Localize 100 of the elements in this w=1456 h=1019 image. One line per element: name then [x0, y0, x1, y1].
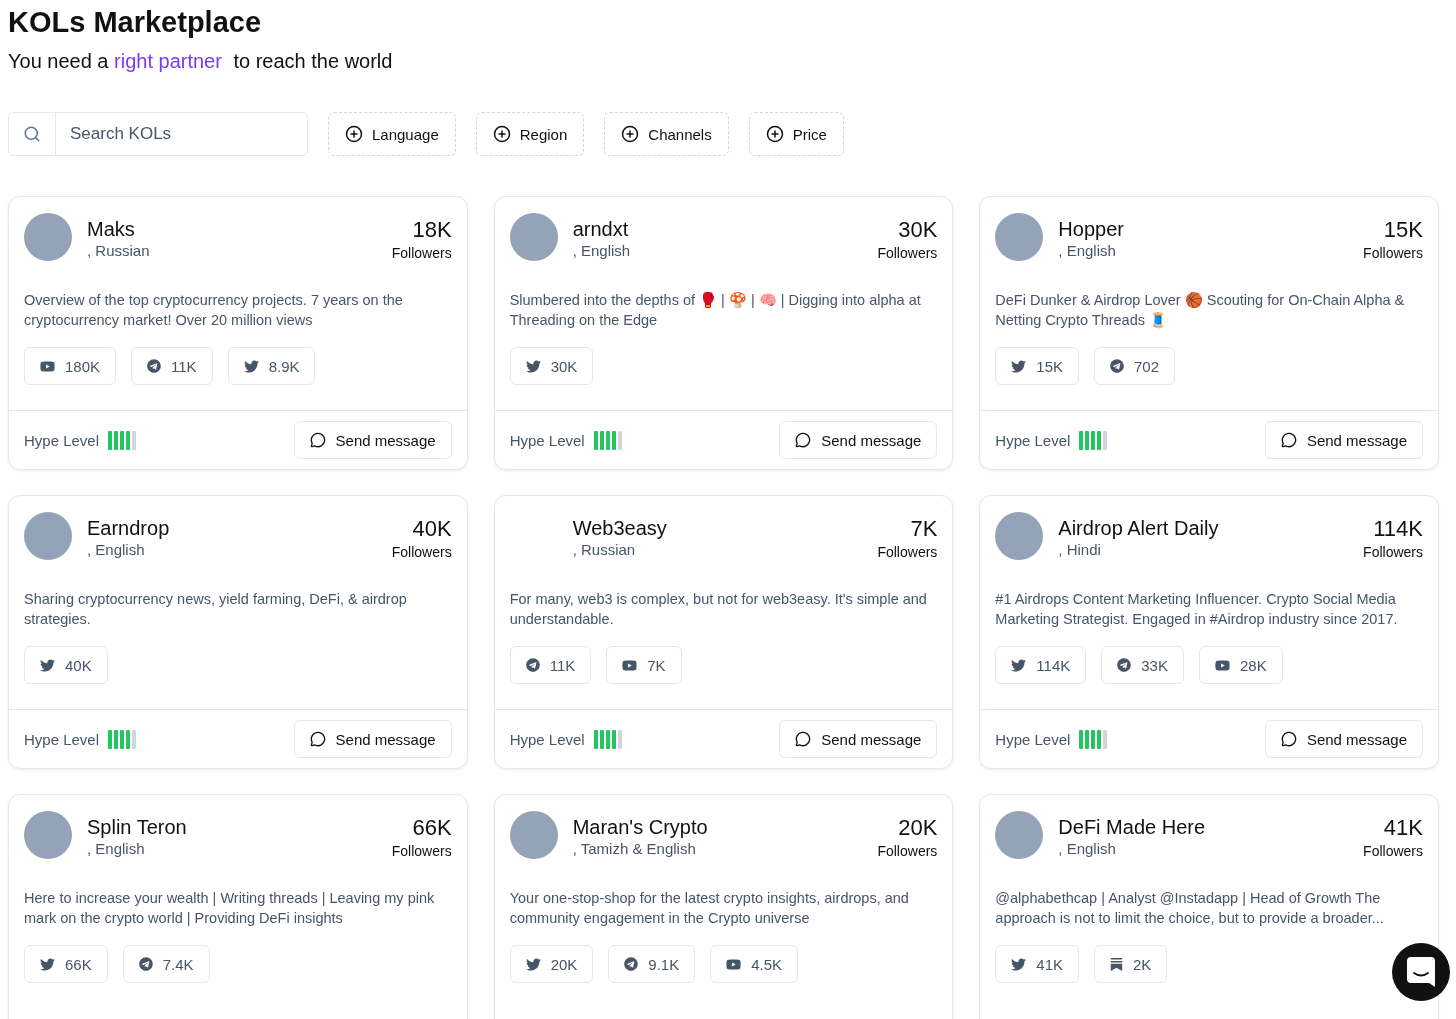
channel-stat: 15K — [995, 347, 1080, 385]
chat-bubble-icon — [309, 432, 326, 448]
kol-name: Hopper — [1058, 217, 1125, 241]
follower-count: 114K — [1373, 516, 1423, 542]
search-icon — [23, 125, 41, 143]
send-message-button[interactable]: Send message — [293, 421, 452, 459]
chat-bubble-icon — [795, 731, 812, 747]
channel-stat: 40K — [24, 646, 108, 684]
paper-plane-icon — [1117, 658, 1132, 672]
hype-level-label: Hype Level — [995, 431, 1071, 449]
chat-bubble-icon — [1280, 432, 1297, 448]
bird-icon — [1011, 956, 1027, 972]
bird-icon — [40, 956, 55, 972]
channel-stat: 702 — [1094, 347, 1176, 385]
kol-name: Airdrop Alert Daily — [1058, 516, 1220, 540]
followers-label: Followers — [391, 842, 452, 861]
kol-bio: For many, web3 is complex, but not for web3easy. It's simple and understandable. — [509, 590, 928, 629]
hype-level-label: Hype Level — [995, 730, 1071, 748]
kol-language: , Tamizh & English — [572, 839, 697, 859]
paper-plane-icon — [525, 658, 540, 672]
channel-stat: 41K — [995, 945, 1080, 983]
bird-icon — [1011, 358, 1027, 374]
send-message-button[interactable]: Send message — [293, 720, 452, 758]
kol-bio: #1 Airdrops Content Marketing Influencer. Crypto Social Media Marketing Strategist. Engaged in #Airdrop industry since 2017. — [995, 590, 1399, 629]
bird-icon — [525, 956, 541, 972]
kol-name: DeFi Made Here — [1058, 815, 1207, 839]
chat-bubble-icon — [309, 731, 326, 747]
kol-bio: Your one-stop-shop for the latest crypto insights, airdrops, and community engagement in the Crypto universe — [509, 889, 910, 928]
filter-button[interactable]: Channels — [604, 112, 729, 156]
filter-button[interactable]: Region — [475, 112, 585, 156]
channel-stat: 66K — [24, 945, 108, 983]
kol-language: , Hindi — [1058, 540, 1102, 560]
channel-stat: 7.4K — [122, 945, 210, 983]
channel-stat: 180K — [24, 347, 117, 385]
kol-bio: Sharing cryptocurrency news, yield farming, DeFi, & airdrop strategies. — [24, 590, 408, 629]
send-message-button[interactable]: Send message — [779, 421, 938, 459]
hype-level-label: Hype Level — [24, 431, 100, 449]
kol-language: , Russian — [572, 540, 637, 560]
chat-icon — [1407, 957, 1435, 987]
channel-stat: 114K — [995, 646, 1087, 684]
channel-stat: 33K — [1101, 646, 1184, 684]
follower-count: 18K — [412, 217, 452, 243]
hype-level-label: Hype Level — [509, 431, 585, 449]
plus-circle-icon — [621, 125, 640, 143]
bird-icon — [40, 657, 55, 673]
bookmark-icon — [1110, 957, 1124, 971]
filter-button[interactable]: Language — [328, 112, 456, 156]
followers-label: Followers — [1363, 244, 1423, 263]
kol-bio: @alphabethcap | Analyst @Instadapp | Head of Growth The approach is not to limit the choice, but to provide a broader... — [995, 889, 1385, 928]
plus-circle-icon — [345, 125, 363, 143]
kol-bio: Slumbered into the depths of 🥊 | 🍄 | 🧠 | Digging into alpha at Threading on the Edge — [509, 291, 922, 330]
paper-plane-icon — [624, 957, 639, 971]
kol-language: , English — [1058, 839, 1117, 859]
followers-label: Followers — [877, 543, 938, 562]
followers-label: Followers — [1363, 842, 1423, 861]
follower-count: 66K — [412, 815, 452, 841]
kol-language: , English — [1058, 241, 1117, 261]
hype-level-label: Hype Level — [509, 730, 585, 748]
paper-plane-icon — [1110, 359, 1125, 373]
follower-count: 15K — [1383, 217, 1423, 243]
follower-count: 20K — [898, 815, 938, 841]
page-title: KOLs Marketplace — [8, 5, 263, 40]
hype-level-label: Hype Level — [24, 730, 100, 748]
channel-stat: 2K — [1094, 945, 1168, 983]
follower-count: 41K — [1383, 815, 1423, 841]
followers-label: Followers — [1363, 543, 1423, 562]
tagline: You need a right partner to reach the world — [8, 49, 394, 74]
send-message-button[interactable]: Send message — [1264, 720, 1423, 758]
follower-count: 30K — [898, 217, 938, 243]
send-message-button[interactable]: Send message — [1264, 421, 1423, 459]
paper-plane-icon — [147, 359, 162, 373]
kol-language: , Russian — [87, 241, 151, 261]
kol-name: Earndrop — [87, 516, 171, 540]
kol-bio: Here to increase your wealth | Writing threads | Leaving my pink mark on the crypto world | Providing DeFi insights — [24, 889, 436, 928]
kol-bio: Overview of the top cryptocurrency projects. 7 years on the cryptocurrency market! Over 20 million views — [24, 291, 404, 330]
plus-circle-icon — [492, 125, 511, 143]
channel-stat: 11K — [131, 347, 213, 385]
send-message-button[interactable]: Send message — [779, 720, 938, 758]
chat-bubble-icon — [795, 432, 812, 448]
bird-icon — [243, 358, 259, 374]
channel-stat: 20K — [509, 945, 594, 983]
chat-bubble-icon — [1280, 731, 1297, 747]
channel-stat: 28K — [1198, 646, 1283, 684]
kol-language: , English — [572, 241, 632, 261]
kol-name: Web3easy — [572, 516, 668, 540]
follower-count: 40K — [412, 516, 452, 542]
kol-name: Maks — [87, 217, 136, 241]
kol-language: , English — [87, 540, 146, 560]
channel-stat: 7K — [606, 646, 682, 684]
kol-language: , English — [87, 839, 146, 859]
paper-plane-icon — [138, 957, 153, 971]
filter-button[interactable]: Price — [748, 112, 844, 156]
followers-label: Followers — [391, 244, 452, 263]
followers-label: Followers — [877, 842, 938, 861]
kol-name: Maran's Crypto — [572, 815, 709, 839]
channel-stat: 9.1K — [608, 945, 696, 983]
kol-bio: DeFi Dunker & Airdrop Lover 🏀 Scouting for On-Chain Alpha & Netting Crypto Threads 🧵 — [995, 291, 1406, 331]
followers-label: Followers — [877, 244, 938, 263]
search-field[interactable]: Search KOLs — [8, 112, 308, 156]
bird-icon — [525, 358, 541, 374]
